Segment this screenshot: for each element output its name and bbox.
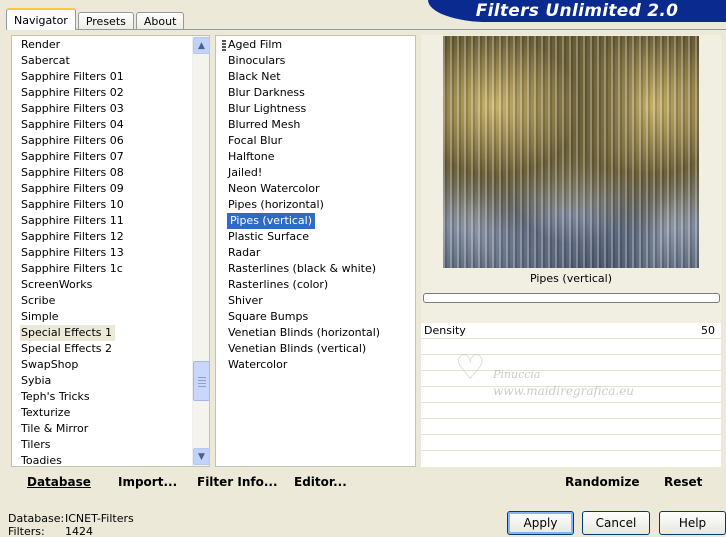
category-item[interactable]: Special Effects 2 xyxy=(12,341,124,357)
category-item[interactable]: Sapphire Filters 04 xyxy=(12,117,124,133)
import-button[interactable]: Import... xyxy=(118,475,177,489)
category-item[interactable]: Sapphire Filters 06 xyxy=(12,133,124,149)
filter-item[interactable]: Rasterlines (color) xyxy=(216,277,380,293)
category-item[interactable]: Sapphire Filters 08 xyxy=(12,165,124,181)
app-title: Filters Unlimited 2.0 xyxy=(475,1,679,21)
tab-presets[interactable]: Presets xyxy=(77,12,134,30)
database-button[interactable]: Database xyxy=(27,475,91,489)
filter-item[interactable]: Blurred Mesh xyxy=(216,117,380,133)
filter-item[interactable]: Shiver xyxy=(216,293,380,309)
filter-info-button[interactable]: Filter Info... xyxy=(197,475,278,489)
watermark-line2: www.maidiregrafica.eu xyxy=(493,384,635,398)
category-item[interactable]: Tile & Mirror xyxy=(12,421,124,437)
filter-item[interactable]: Halftone xyxy=(216,149,380,165)
filter-item[interactable]: Rasterlines (black & white) xyxy=(216,261,380,277)
category-item[interactable]: Sybia xyxy=(12,373,124,389)
filter-item[interactable]: Aged Film xyxy=(216,37,380,53)
reset-button[interactable]: Reset xyxy=(664,475,702,489)
cancel-button[interactable]: Cancel xyxy=(582,511,650,535)
tab-divider xyxy=(6,29,726,30)
tab-navigator[interactable]: Navigator xyxy=(6,8,76,30)
filter-list[interactable]: Aged Film Binoculars Black Net Blur Darknes… xyxy=(215,35,416,467)
category-item[interactable]: SwapShop xyxy=(12,357,124,373)
filter-item[interactable]: Plastic Surface xyxy=(216,229,380,245)
filter-item[interactable]: Watercolor xyxy=(216,357,380,373)
param-row-density[interactable]: Density 50 xyxy=(421,323,721,339)
category-list[interactable]: Render Sabercat Sapphire Filters 01 Sapphir… xyxy=(11,35,210,467)
filter-item[interactable]: Radar xyxy=(216,245,380,261)
progress-bar xyxy=(423,293,720,303)
filter-item[interactable]: Neon Watercolor xyxy=(216,181,380,197)
editor-button[interactable]: Editor... xyxy=(294,475,347,489)
filter-item[interactable]: Blur Darkness xyxy=(216,85,380,101)
filter-item[interactable]: Venetian Blinds (horizontal) xyxy=(216,325,380,341)
category-item[interactable]: Sapphire Filters 13 xyxy=(12,245,124,261)
category-scrollbar[interactable]: ▲ ▼ xyxy=(192,36,210,466)
param-row-empty xyxy=(421,435,721,451)
filter-item[interactable]: Pipes (horizontal) xyxy=(216,197,380,213)
filter-item[interactable]: Square Bumps xyxy=(216,309,380,325)
category-item[interactable]: Tilers xyxy=(12,437,124,453)
category-item[interactable]: Simple xyxy=(12,309,124,325)
watermark-line1: Pinuccia xyxy=(493,368,541,381)
preview-filter-name: Pipes (vertical) xyxy=(529,272,613,285)
category-list-items: Render Sabercat Sapphire Filters 01 Sapphir… xyxy=(12,37,124,469)
scroll-thumb[interactable] xyxy=(193,361,210,401)
watermark: ♡ Pinuccia www.maidiregrafica.eu xyxy=(455,340,675,410)
help-button[interactable]: Help xyxy=(659,511,726,535)
category-item[interactable]: Sapphire Filters 12 xyxy=(12,229,124,245)
scroll-down-button[interactable]: ▼ xyxy=(193,448,210,465)
category-item[interactable]: ScreenWorks xyxy=(12,277,124,293)
category-item[interactable]: Sabercat xyxy=(12,53,124,69)
filter-item[interactable]: Pipes (vertical) xyxy=(227,213,316,229)
category-item[interactable]: Sapphire Filters 07 xyxy=(12,149,124,165)
category-item[interactable]: Texturize xyxy=(12,405,124,421)
database-label: Database: xyxy=(8,512,65,525)
category-item[interactable]: Sapphire Filters 01 xyxy=(12,69,124,85)
category-item[interactable]: Sapphire Filters 02 xyxy=(12,85,124,101)
category-item[interactable]: Sapphire Filters 10 xyxy=(12,197,124,213)
filter-item[interactable]: Venetian Blinds (vertical) xyxy=(216,341,380,357)
category-item[interactable]: Sapphire Filters 09 xyxy=(12,181,124,197)
category-item[interactable]: Toadies xyxy=(12,453,124,469)
apply-button[interactable]: Apply xyxy=(507,511,574,535)
category-item[interactable]: Sapphire Filters 03 xyxy=(12,101,124,117)
category-item[interactable]: Sapphire Filters 1c xyxy=(12,261,124,277)
tab-bar: Navigator Presets About xyxy=(6,8,186,30)
heart-icon: ♡ xyxy=(455,348,486,388)
category-item[interactable]: Special Effects 1 xyxy=(20,325,116,341)
param-value: 50 xyxy=(701,324,715,337)
filter-item[interactable]: Blur Lightness xyxy=(216,101,380,117)
filter-item[interactable]: Binoculars xyxy=(216,53,380,69)
filter-item[interactable]: Focal Blur xyxy=(216,133,380,149)
tab-about[interactable]: About xyxy=(135,12,185,30)
preview-image xyxy=(443,36,699,268)
filters-label: Filters: xyxy=(8,525,45,537)
scroll-up-button[interactable]: ▲ xyxy=(193,37,210,54)
filters-value: 1424 xyxy=(65,525,93,537)
filter-item[interactable]: Black Net xyxy=(216,69,380,85)
category-item[interactable]: Sapphire Filters 11 xyxy=(12,213,124,229)
category-item[interactable]: Teph's Tricks xyxy=(12,389,124,405)
category-item[interactable]: Render xyxy=(12,37,124,53)
bottom-toolbar: Database Import... Filter Info... Editor… xyxy=(11,470,721,496)
param-label: Density xyxy=(424,324,466,337)
filter-item[interactable]: Jailed! xyxy=(216,165,380,181)
randomize-button[interactable]: Randomize xyxy=(565,475,639,489)
category-item[interactable]: Scribe xyxy=(12,293,124,309)
param-row-empty xyxy=(421,419,721,435)
filter-list-items: Aged Film Binoculars Black Net Blur Darknes… xyxy=(216,37,380,373)
app-banner: Filters Unlimited 2.0 xyxy=(428,0,726,22)
database-value: ICNET-Filters xyxy=(65,512,134,525)
